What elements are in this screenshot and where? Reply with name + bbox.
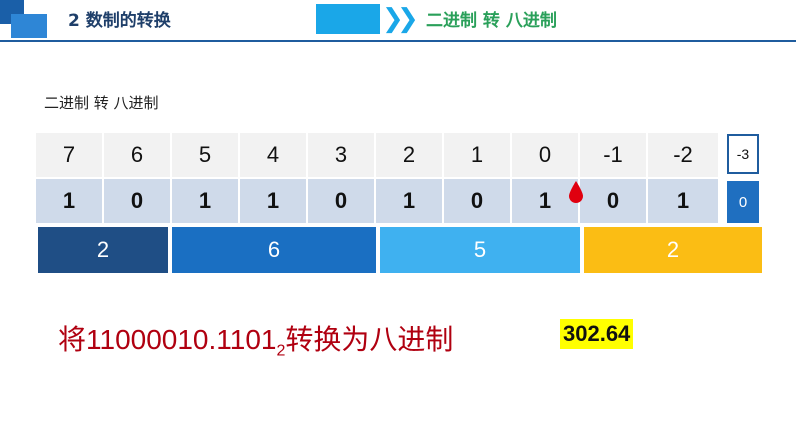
section-title: 二进制 转 八进制 [426,11,557,31]
position-cell: 4 [240,133,306,177]
position-cell: -2 [648,133,718,177]
logo-front-square [11,14,47,38]
bit-cell: 1 [172,179,238,223]
binary-point-drop-icon [569,181,583,203]
bit-cell: 1 [240,179,306,223]
octal-group-cell: 6 [172,227,376,273]
bit-cell: 1 [376,179,442,223]
bit-cell: 1 [648,179,718,223]
bit-cell: 0 [444,179,510,223]
position-cell: 0 [512,133,578,177]
position-cell: 5 [172,133,238,177]
position-cell: 1 [444,133,510,177]
position-cell: 7 [36,133,102,177]
page-subtitle: 二进制 转 八进制 [44,94,159,112]
answer-highlight: 302.64 [560,319,634,349]
octal-group-cell: 2 [38,227,168,273]
octal-group-cell: 2 [584,227,762,273]
position-cell: 3 [308,133,374,177]
bit-cell: 0 [308,179,374,223]
header-title: 2 数制的转换 [68,11,171,31]
question-prefix: 将11000010.1101 [58,324,277,355]
position-cell: -1 [580,133,646,177]
bit-cell: 0 [104,179,170,223]
header-divider [0,40,796,42]
position-cell: 2 [376,133,442,177]
bit-cell: 0 [580,179,646,223]
octal-group-cell: 5 [380,227,580,273]
bit-cell: 1 [36,179,102,223]
question-text: 将11000010.11012转换为八进制 [58,318,453,361]
extra-position-box: -3 [727,134,759,174]
position-cell: 6 [104,133,170,177]
extra-bit-box: 0 [727,181,759,223]
chevron-right-icon: ❯ [397,4,419,34]
question-suffix: 转换为八进制 [285,324,454,355]
header-accent-bar [316,4,380,34]
